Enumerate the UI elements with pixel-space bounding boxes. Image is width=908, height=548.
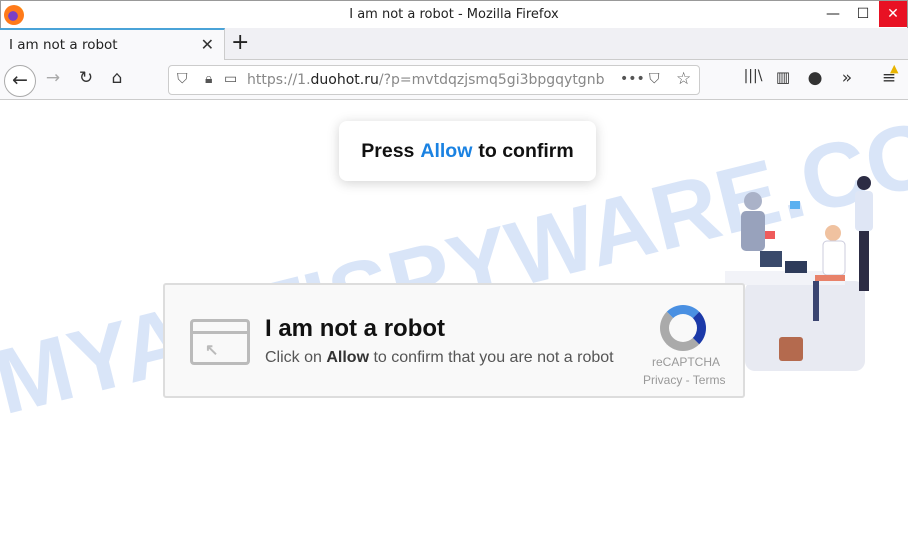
toast-text-end: to confirm [478,139,574,162]
close-window-button[interactable]: ✕ [879,1,907,27]
library-icon[interactable]: |||\ [741,68,765,84]
title-bar: I am not a robot - Mozilla Firefox — ☐ ✕ [0,0,908,28]
privacy-terms-link[interactable]: Privacy - Terms [643,373,725,387]
back-button[interactable]: ← [4,65,36,97]
tab-active[interactable]: I am not a robot ✕ [0,28,225,60]
press-allow-toast: Press Allow to confirm [339,121,596,181]
recaptcha-label: reCAPTCHA [652,355,721,369]
menu-icon[interactable]: ≡ ▲ [877,62,901,88]
window-title: I am not a robot - Mozilla Firefox [349,7,559,22]
lock-icon[interactable]: 🔒︎ [205,71,212,87]
nav-bar: ← → ↻ ⌂ ⛉ 🔒︎ ▭ https://1.duohot.ru/?p=mv… [0,60,908,100]
tab-close-icon[interactable]: ✕ [201,35,214,54]
reload-button[interactable]: ↻ [74,68,98,88]
permissions-icon[interactable]: ▭ [224,71,237,87]
tab-title: I am not a robot [9,37,118,53]
warning-icon: ▲ [890,62,899,75]
minimize-button[interactable]: — [819,1,847,27]
recaptcha-logo-icon [660,305,706,351]
sidebar-icon[interactable]: ▥ [771,68,795,86]
browser-window-icon: ↖ [190,319,250,365]
tracking-icon[interactable]: ● [803,68,827,88]
overflow-icon[interactable]: » [835,68,859,88]
maximize-button[interactable]: ☐ [849,1,877,27]
captcha-subtitle: Click on Allow to confirm that you are n… [265,349,614,366]
toast-allow-text: Allow [420,139,473,162]
shield-icon[interactable]: ⛉ [177,71,188,87]
tab-bar: I am not a robot ✕ + [0,28,908,60]
page-actions-icon[interactable]: ••• [620,71,645,87]
forward-button[interactable]: → [41,68,65,88]
pocket-icon[interactable]: ⛉ [649,71,660,87]
captcha-title: I am not a robot [265,315,445,342]
url-bar[interactable]: ⛉ 🔒︎ ▭ https://1.duohot.ru/?p=mvtdqzjsmq… [168,65,700,95]
home-button[interactable]: ⌂ [105,68,129,88]
toast-text: Press [361,139,415,162]
bookmark-star-icon[interactable]: ☆ [676,69,691,89]
url-text[interactable]: https://1.duohot.ru/?p=mvtdqzjsmq5gi3bpg… [247,72,617,88]
fake-captcha-card[interactable]: ↖ I am not a robot Click on Allow to con… [163,283,745,398]
page-content: MYANTISPYWARE.COM Press Allow to confirm ↖… [0,82,908,548]
new-tab-button[interactable]: + [231,30,249,55]
